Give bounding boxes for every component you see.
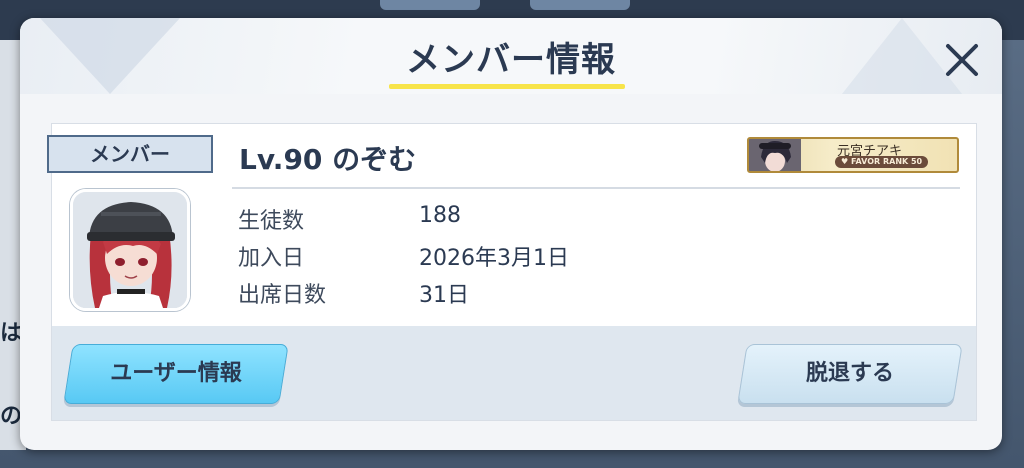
stat-value-attendance: 31日: [419, 283, 469, 308]
stat-value-students: 188: [419, 203, 461, 228]
background-tab: [380, 0, 480, 10]
stat-label-join-date: 加入日: [238, 246, 305, 271]
role-tag: メンバー: [47, 135, 213, 173]
leave-button-label: 脱退する: [805, 361, 894, 386]
member-card: メンバー Lv.90 のぞむ 元宮チアキ ♥ FAVOR RANK 50 生徒数…: [47, 123, 977, 421]
favor-rank-label: ♥ FAVOR RANK 50: [835, 156, 929, 168]
member-name: Lv.90 のぞむ: [239, 143, 417, 176]
character-portrait: [73, 192, 187, 308]
member-info-dialog: メンバー情報 メンバー Lv.90 のぞむ 元宮チアキ ♥ FAVOR RANK…: [20, 18, 1002, 450]
stat-value-join-date: 2026年3月1日: [419, 246, 569, 271]
background-text: は: [0, 321, 23, 346]
close-button[interactable]: [938, 36, 986, 84]
favorite-character-badge: 元宮チアキ ♥ FAVOR RANK 50: [747, 137, 959, 173]
stat-label-attendance: 出席日数: [238, 283, 327, 308]
dialog-title: メンバー情報: [406, 40, 616, 80]
user-info-button[interactable]: ユーザー情報: [63, 344, 289, 404]
dialog-header: メンバー情報: [20, 18, 1002, 94]
heart-icon: ♥: [841, 157, 851, 166]
background-tab: [530, 0, 630, 10]
leave-button[interactable]: 脱退する: [737, 344, 963, 404]
close-icon: [946, 44, 978, 76]
name-divider: [232, 187, 960, 189]
user-info-button-label: ユーザー情報: [110, 361, 242, 386]
favorite-character-thumbnail: [749, 139, 801, 171]
background-text: の: [0, 404, 23, 429]
stat-label-students: 生徒数: [238, 209, 305, 234]
avatar: [70, 189, 190, 311]
title-underline: [389, 84, 625, 89]
